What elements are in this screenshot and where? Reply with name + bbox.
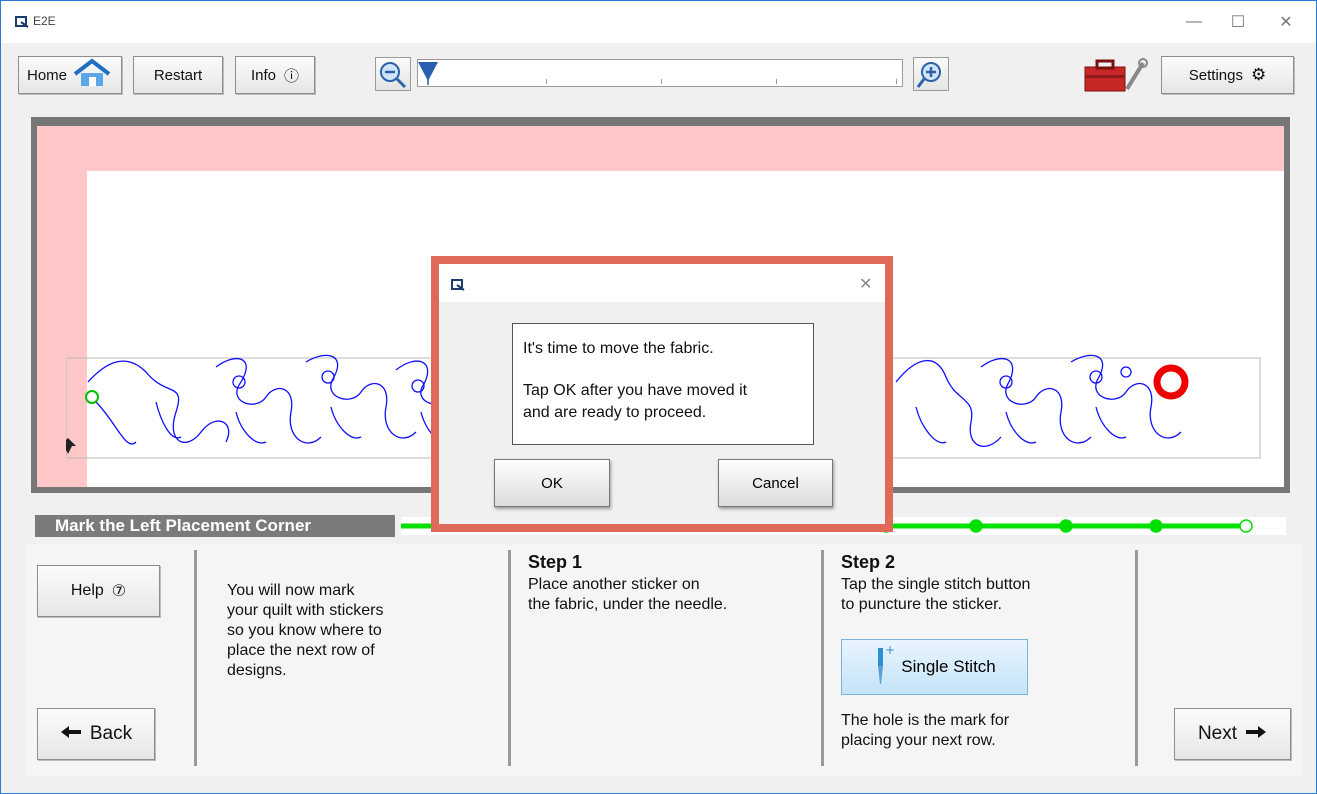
- info-button[interactable]: Info ⓘ: [235, 56, 315, 94]
- intro-line: your quilt with stickers: [227, 602, 384, 619]
- slider-tick: [776, 79, 777, 84]
- dialog-line: and are ready to proceed.: [523, 404, 707, 421]
- single-stitch-button[interactable]: + Single Stitch: [841, 639, 1028, 695]
- app-window: E2E — ☐ ✕ Home Restart Info ⓘ Settings ⚙: [0, 0, 1317, 794]
- move-fabric-dialog: ✕ It's time to move the fabric. Tap OK a…: [431, 256, 893, 532]
- dialog-line: Tap OK after you have moved it: [523, 382, 748, 399]
- help-icon: ⑦: [111, 583, 127, 600]
- zoom-slider-thumb[interactable]: [417, 61, 439, 90]
- settings-button[interactable]: Settings ⚙: [1161, 56, 1294, 94]
- dialog-cancel-button[interactable]: Cancel: [718, 459, 833, 507]
- giraffe-design-left: [87, 354, 473, 445]
- intro-line: You will now mark: [227, 582, 355, 599]
- zoom-in-button[interactable]: [913, 57, 949, 91]
- info-label: Info: [250, 66, 276, 84]
- settings-label: Settings: [1188, 66, 1243, 84]
- help-label: Help: [70, 582, 104, 599]
- zoom-in-icon: [916, 62, 941, 88]
- next-label: Next: [1197, 723, 1238, 744]
- home-label: Home: [27, 66, 68, 84]
- home-button[interactable]: Home: [18, 56, 122, 94]
- window-title: E2E: [33, 14, 56, 28]
- intro-text: You will now mark your quilt with sticke…: [227, 581, 384, 681]
- maximize-button[interactable]: ☐: [1215, 9, 1261, 35]
- title-bar: E2E — ☐ ✕: [1, 1, 1316, 43]
- dialog-close-button[interactable]: ✕: [859, 274, 872, 294]
- divider: [821, 550, 824, 766]
- slider-tick: [661, 79, 662, 84]
- back-label: Back: [89, 723, 133, 744]
- step2-text: Tap the single stitch button to puncture…: [841, 575, 1030, 615]
- single-stitch-label: Single Stitch: [901, 657, 996, 676]
- intro-line: place the next row of: [227, 642, 375, 659]
- next-button[interactable]: Next: [1174, 708, 1291, 760]
- app-icon: [451, 278, 465, 296]
- toolbox-icon: [1084, 58, 1148, 92]
- step1-text: Place another sticker on the fabric, und…: [528, 575, 727, 615]
- house-icon: [71, 58, 113, 92]
- step2-after-line: The hole is the mark for: [841, 712, 1010, 729]
- right-arrow-icon: [1245, 723, 1267, 745]
- gear-icon: ⚙: [1250, 65, 1267, 84]
- svg-text:+: +: [885, 644, 895, 657]
- zoom-out-button[interactable]: [375, 57, 411, 91]
- divider: [194, 550, 197, 766]
- progress-label: Mark the Left Placement Corner: [35, 515, 395, 537]
- close-button[interactable]: ✕: [1263, 9, 1309, 35]
- intro-line: so you know where to: [227, 622, 382, 639]
- dialog-line: It's time to move the fabric.: [523, 340, 714, 357]
- progress-step-dot: [1059, 519, 1073, 533]
- app-icon: [15, 15, 29, 33]
- step2-after-line: placing your next row.: [841, 732, 996, 749]
- zoom-out-icon: [380, 62, 407, 89]
- intro-line: designs.: [227, 662, 287, 679]
- needle-icon: +: [873, 643, 895, 691]
- divider: [1135, 550, 1138, 766]
- step2-line: to puncture the sticker.: [841, 596, 1002, 613]
- needle-position-marker: [1153, 364, 1189, 400]
- step1-line: the fabric, under the needle.: [528, 596, 728, 613]
- toolbox-button[interactable]: [1081, 53, 1149, 97]
- orientation-arrow-icon: [66, 438, 76, 454]
- dialog-ok-button[interactable]: OK: [494, 459, 610, 507]
- minimize-button[interactable]: —: [1171, 9, 1217, 35]
- dialog-message: It's time to move the fabric. Tap OK aft…: [512, 323, 814, 445]
- giraffe-design-right: [895, 354, 1182, 447]
- slider-tick: [546, 79, 547, 84]
- help-button[interactable]: Help ⑦: [37, 565, 160, 617]
- start-point-marker: [85, 390, 99, 404]
- step1-line: Place another sticker on: [528, 576, 700, 593]
- zoom-slider[interactable]: [417, 59, 903, 87]
- progress-step-dot: [1239, 519, 1253, 533]
- info-icon: ⓘ: [284, 67, 300, 85]
- restart-button[interactable]: Restart: [133, 56, 223, 94]
- back-button[interactable]: Back: [37, 708, 155, 760]
- divider: [508, 550, 511, 766]
- step2-line: Tap the single stitch button: [841, 576, 1031, 593]
- step2-title: Step 2: [841, 552, 896, 572]
- progress-step-dot: [969, 519, 983, 533]
- step2-after-text: The hole is the mark for placing your ne…: [841, 711, 1009, 751]
- slider-tick: [896, 79, 897, 84]
- progress-step-dot: [1149, 519, 1163, 533]
- dialog-title-bar: ✕: [439, 264, 885, 302]
- left-arrow-icon: [60, 723, 82, 745]
- step1-title: Step 1: [528, 552, 583, 572]
